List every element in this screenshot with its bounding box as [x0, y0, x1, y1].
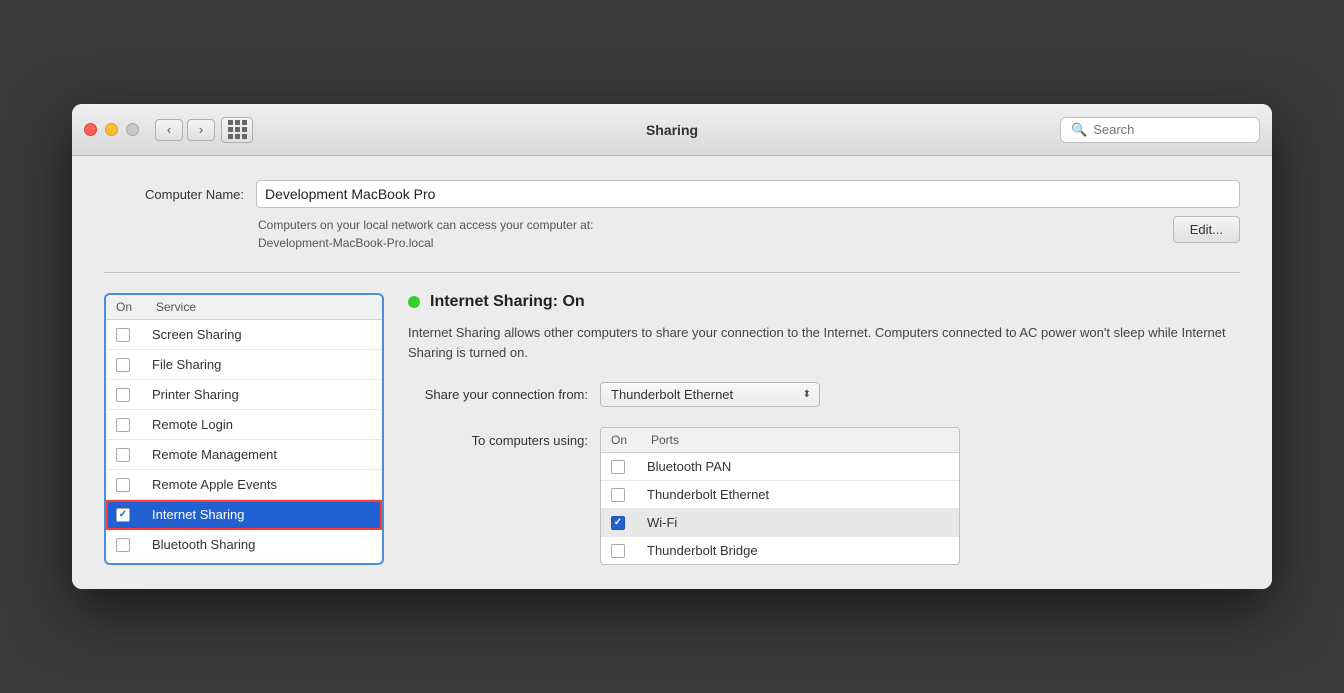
computer-name-row: Computer Name:: [104, 180, 1240, 208]
port-checkbox-col: [611, 544, 647, 558]
ports-table: On Ports Bluetooth PAN: [600, 427, 960, 565]
remote-apple-events-checkbox[interactable]: [116, 478, 130, 492]
port-item[interactable]: Bluetooth PAN: [601, 453, 959, 481]
list-item[interactable]: File Sharing: [106, 350, 382, 380]
checkbox-col: [116, 448, 152, 462]
share-from-value: Thunderbolt Ethernet: [611, 387, 733, 402]
checkbox-col: [116, 478, 152, 492]
checkbox-col: [116, 418, 152, 432]
status-dot: [408, 296, 420, 308]
list-item[interactable]: Screen Sharing: [106, 320, 382, 350]
port-name: Wi-Fi: [647, 515, 677, 530]
list-item[interactable]: Remote Management: [106, 440, 382, 470]
window-title: Sharing: [646, 122, 698, 138]
col-service-header: Service: [156, 300, 196, 314]
bluetooth-sharing-checkbox[interactable]: [116, 538, 130, 552]
maximize-button[interactable]: [126, 123, 139, 136]
share-from-dropdown[interactable]: Thunderbolt Ethernet ⬍: [600, 382, 820, 407]
checkbox-col: [116, 358, 152, 372]
computer-name-input[interactable]: [256, 180, 1240, 208]
main-columns: On Service Screen Sharing File Sharing: [104, 293, 1240, 565]
service-name: Screen Sharing: [152, 327, 242, 342]
thunderbolt-ethernet-checkbox[interactable]: [611, 488, 625, 502]
to-computers-label: To computers using:: [408, 427, 588, 448]
forward-button[interactable]: ›: [187, 119, 215, 141]
col-on-header: On: [116, 300, 156, 314]
wifi-checkbox[interactable]: [611, 516, 625, 530]
status-line: Internet Sharing: On: [408, 293, 1240, 311]
port-checkbox-col: [611, 488, 647, 502]
checkbox-col: [116, 328, 152, 342]
port-name: Thunderbolt Ethernet: [647, 487, 769, 502]
list-item[interactable]: Bluetooth Sharing: [106, 530, 382, 559]
computer-name-label: Computer Name:: [104, 187, 244, 202]
port-item[interactable]: Thunderbolt Bridge: [601, 537, 959, 564]
screen-sharing-checkbox[interactable]: [116, 328, 130, 342]
status-title: Internet Sharing: On: [430, 293, 585, 311]
dropdown-arrow-icon: ⬍: [803, 389, 811, 400]
service-name: File Sharing: [152, 357, 221, 372]
bluetooth-pan-checkbox[interactable]: [611, 460, 625, 474]
description-text: Internet Sharing allows other computers …: [408, 323, 1240, 362]
close-button[interactable]: [84, 123, 97, 136]
ports-col-on-header: On: [611, 433, 651, 447]
grid-view-button[interactable]: [221, 117, 253, 143]
checkbox-col: [116, 538, 152, 552]
file-sharing-checkbox[interactable]: [116, 358, 130, 372]
internet-sharing-checkbox[interactable]: [116, 508, 130, 522]
remote-management-checkbox[interactable]: [116, 448, 130, 462]
service-name: Printer Sharing: [152, 387, 239, 402]
service-name: Bluetooth Sharing: [152, 537, 255, 552]
checkbox-col: [116, 508, 152, 522]
service-name: Remote Management: [152, 447, 277, 462]
ports-header: On Ports: [601, 428, 959, 453]
grid-icon: [228, 120, 247, 139]
minimize-button[interactable]: [105, 123, 118, 136]
search-input[interactable]: [1093, 122, 1249, 137]
port-name: Bluetooth PAN: [647, 459, 731, 474]
share-from-label: Share your connection from:: [408, 387, 588, 402]
share-from-row: Share your connection from: Thunderbolt …: [408, 382, 1240, 407]
thunderbolt-bridge-checkbox[interactable]: [611, 544, 625, 558]
port-item[interactable]: Thunderbolt Ethernet: [601, 481, 959, 509]
port-checkbox-col: [611, 516, 647, 530]
content-area: Computer Name: Computers on your local n…: [72, 156, 1272, 589]
printer-sharing-checkbox[interactable]: [116, 388, 130, 402]
window-controls: [84, 123, 139, 136]
search-box[interactable]: 🔍: [1060, 117, 1260, 143]
service-list: On Service Screen Sharing File Sharing: [104, 293, 384, 565]
network-info-row: Computers on your local network can acce…: [258, 216, 1240, 252]
list-item[interactable]: Internet Sharing: [106, 500, 382, 530]
list-item[interactable]: Printer Sharing: [106, 380, 382, 410]
service-name: Remote Login: [152, 417, 233, 432]
service-list-header: On Service: [106, 295, 382, 320]
list-item[interactable]: Remote Login: [106, 410, 382, 440]
port-name: Thunderbolt Bridge: [647, 543, 758, 558]
edit-button[interactable]: Edit...: [1173, 216, 1240, 243]
titlebar: ‹ › Sharing 🔍: [72, 104, 1272, 156]
system-preferences-window: ‹ › Sharing 🔍 Computer Name: Computers o…: [72, 104, 1272, 589]
network-info-text: Computers on your local network can acce…: [258, 216, 593, 252]
service-name: Remote Apple Events: [152, 477, 277, 492]
ports-col-port-header: Ports: [651, 433, 679, 447]
port-item[interactable]: Wi-Fi: [601, 509, 959, 537]
nav-buttons: ‹ ›: [155, 119, 215, 141]
back-button[interactable]: ‹: [155, 119, 183, 141]
right-panel: Internet Sharing: On Internet Sharing al…: [408, 293, 1240, 565]
service-name: Internet Sharing: [152, 507, 245, 522]
list-item[interactable]: Remote Apple Events: [106, 470, 382, 500]
remote-login-checkbox[interactable]: [116, 418, 130, 432]
to-computers-row: To computers using: On Ports Bluetooth P…: [408, 427, 1240, 565]
checkbox-col: [116, 388, 152, 402]
divider: [104, 272, 1240, 273]
search-icon: 🔍: [1071, 122, 1087, 138]
port-checkbox-col: [611, 460, 647, 474]
